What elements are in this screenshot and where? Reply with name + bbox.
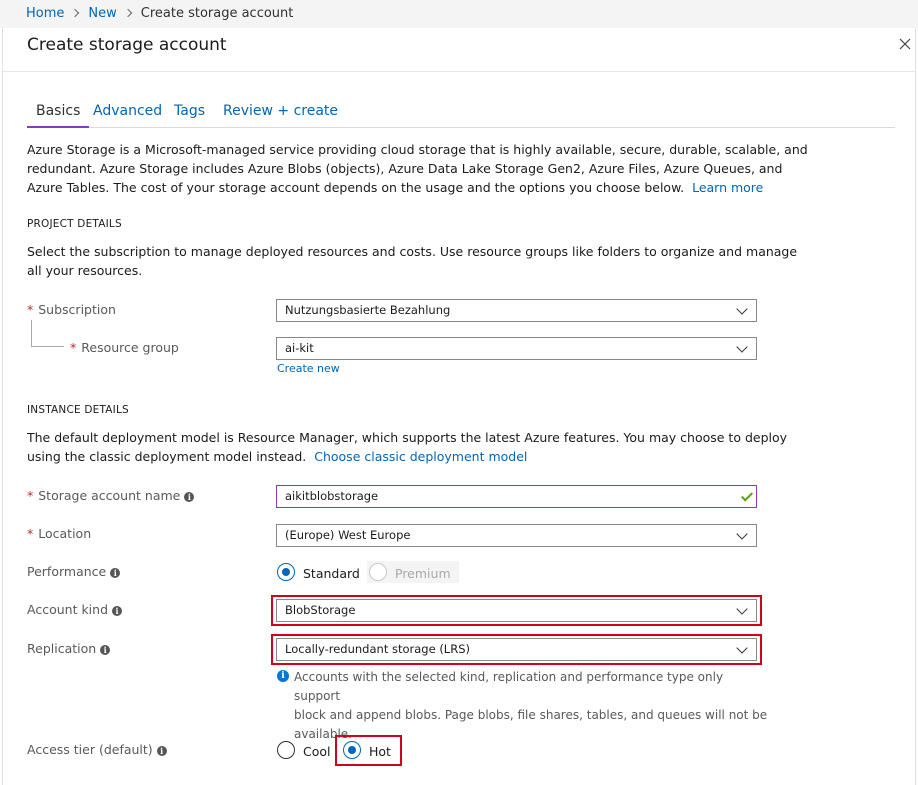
tree-connector-vertical	[31, 320, 32, 347]
storage-account-name-input[interactable]: aikitblobstorage	[276, 485, 757, 508]
tree-connector-horizontal	[31, 346, 64, 347]
create-new-link[interactable]: Create new	[277, 362, 340, 376]
storage-account-name-value: aikitblobstorage	[285, 489, 379, 503]
access-tier-label-text: Access tier (default)	[27, 742, 153, 757]
performance-label-text: Performance	[27, 564, 107, 579]
access-tier-label: Access tier (default) i	[27, 742, 167, 758]
close-button[interactable]	[895, 34, 915, 54]
access-tier-hot-radio[interactable]	[343, 741, 361, 759]
storage-account-name-label: * Storage account name i	[27, 488, 195, 504]
breadcrumb: Home New Create storage account	[26, 6, 293, 22]
location-label-text: Location	[38, 526, 92, 541]
resource-group-label: * Resource group	[70, 340, 179, 356]
close-icon	[899, 38, 911, 50]
info-icon: i	[277, 670, 289, 682]
note-line-3: available.	[294, 727, 352, 741]
account-kind-note: Accounts with the selected kind, replica…	[294, 668, 769, 744]
required-marker: *	[27, 488, 34, 503]
location-label: * Location	[27, 526, 91, 542]
required-marker: *	[70, 340, 77, 355]
access-tier-hot-label: Hot	[369, 744, 391, 759]
account-kind-dropdown[interactable]: BlobStorage	[276, 599, 757, 622]
instance-details-desc-2-text: using the classic deployment model inste…	[27, 449, 307, 464]
replication-dropdown[interactable]: Locally-redundant storage (LRS)	[276, 638, 757, 661]
learn-more-link[interactable]: Learn more	[692, 180, 763, 195]
tab-strip: Basics Advanced Tags Review + create	[27, 102, 895, 128]
intro-line-3-text: Azure Tables. The cost of your storage a…	[27, 180, 685, 195]
info-icon[interactable]: i	[110, 568, 121, 578]
resource-group-label-text: Resource group	[81, 340, 179, 355]
breadcrumb-chevron-icon	[123, 8, 132, 18]
chevron-down-icon	[736, 303, 748, 315]
note-line-1: Accounts with the selected kind, replica…	[294, 670, 724, 703]
classic-deployment-link[interactable]: Choose classic deployment model	[314, 449, 527, 464]
tab-review-create[interactable]: Review + create	[214, 102, 347, 128]
tab-tags[interactable]: Tags	[165, 102, 214, 128]
replication-value: Locally-redundant storage (LRS)	[285, 642, 470, 656]
subscription-dropdown[interactable]: Nutzungsbasierte Bezahlung	[276, 299, 757, 322]
chevron-down-icon	[736, 603, 748, 615]
subscription-label-text: Subscription	[38, 302, 116, 317]
required-marker: *	[27, 302, 34, 317]
project-details-desc-1: Select the subscription to manage deploy…	[27, 244, 798, 259]
info-icon[interactable]: i	[184, 492, 195, 502]
project-details-desc-2: all your resources.	[27, 263, 143, 278]
top-bar: Home New Create storage account	[0, 0, 918, 28]
page-title: Create storage account	[27, 35, 227, 55]
storage-account-name-label-text: Storage account name	[38, 488, 181, 503]
performance-label: Performance i	[27, 564, 121, 580]
instance-details-desc-1: The default deployment model is Resource…	[27, 430, 788, 445]
access-tier-cool-radio[interactable]	[277, 741, 295, 759]
intro-line-1: Azure Storage is a Microsoft-managed ser…	[27, 142, 808, 157]
performance-premium-label: Premium	[395, 566, 451, 581]
performance-standard-label: Standard	[303, 566, 360, 581]
tab-basics[interactable]: Basics	[27, 102, 90, 128]
required-marker: *	[27, 526, 34, 541]
chevron-down-icon	[736, 528, 748, 540]
account-kind-label: Account kind i	[27, 602, 123, 618]
project-details-heading: PROJECT DETAILS	[27, 218, 122, 230]
performance-premium-radio	[369, 563, 387, 581]
chevron-down-icon	[736, 642, 748, 654]
replication-label: Replication i	[27, 641, 111, 657]
tab-advanced[interactable]: Advanced	[84, 102, 171, 128]
subscription-label: * Subscription	[27, 302, 116, 318]
checkmark-icon	[740, 489, 754, 502]
instance-details-desc-2: using the classic deployment model inste…	[27, 447, 527, 466]
note-line-2: block and append blobs. Page blobs, file…	[294, 708, 768, 722]
info-icon[interactable]: i	[112, 606, 123, 616]
header-divider	[3, 71, 915, 72]
account-kind-value: BlobStorage	[285, 603, 356, 617]
performance-standard-radio[interactable]	[277, 563, 295, 581]
intro-line-3: Azure Tables. The cost of your storage a…	[27, 178, 763, 197]
breadcrumb-chevron-icon	[71, 8, 80, 18]
account-kind-label-text: Account kind	[27, 602, 109, 617]
info-icon[interactable]: i	[156, 746, 167, 756]
resource-group-dropdown[interactable]: ai-kit	[276, 337, 757, 360]
location-dropdown[interactable]: (Europe) West Europe	[276, 524, 757, 547]
replication-label-text: Replication	[27, 641, 97, 656]
chevron-down-icon	[736, 341, 748, 353]
resource-group-value: ai-kit	[285, 341, 314, 355]
breadcrumb-new-link[interactable]: New	[88, 6, 116, 21]
info-icon[interactable]: i	[100, 645, 111, 655]
breadcrumb-home-link[interactable]: Home	[26, 6, 64, 21]
access-tier-cool-label: Cool	[303, 744, 331, 759]
location-value: (Europe) West Europe	[285, 528, 411, 542]
breadcrumb-current: Create storage account	[140, 6, 294, 21]
subscription-value: Nutzungsbasierte Bezahlung	[285, 303, 451, 317]
create-storage-blade: Create storage account Basics Advanced T…	[2, 28, 916, 785]
intro-line-2: redundant. Azure Storage includes Azure …	[27, 161, 783, 176]
instance-details-heading: INSTANCE DETAILS	[27, 404, 129, 416]
